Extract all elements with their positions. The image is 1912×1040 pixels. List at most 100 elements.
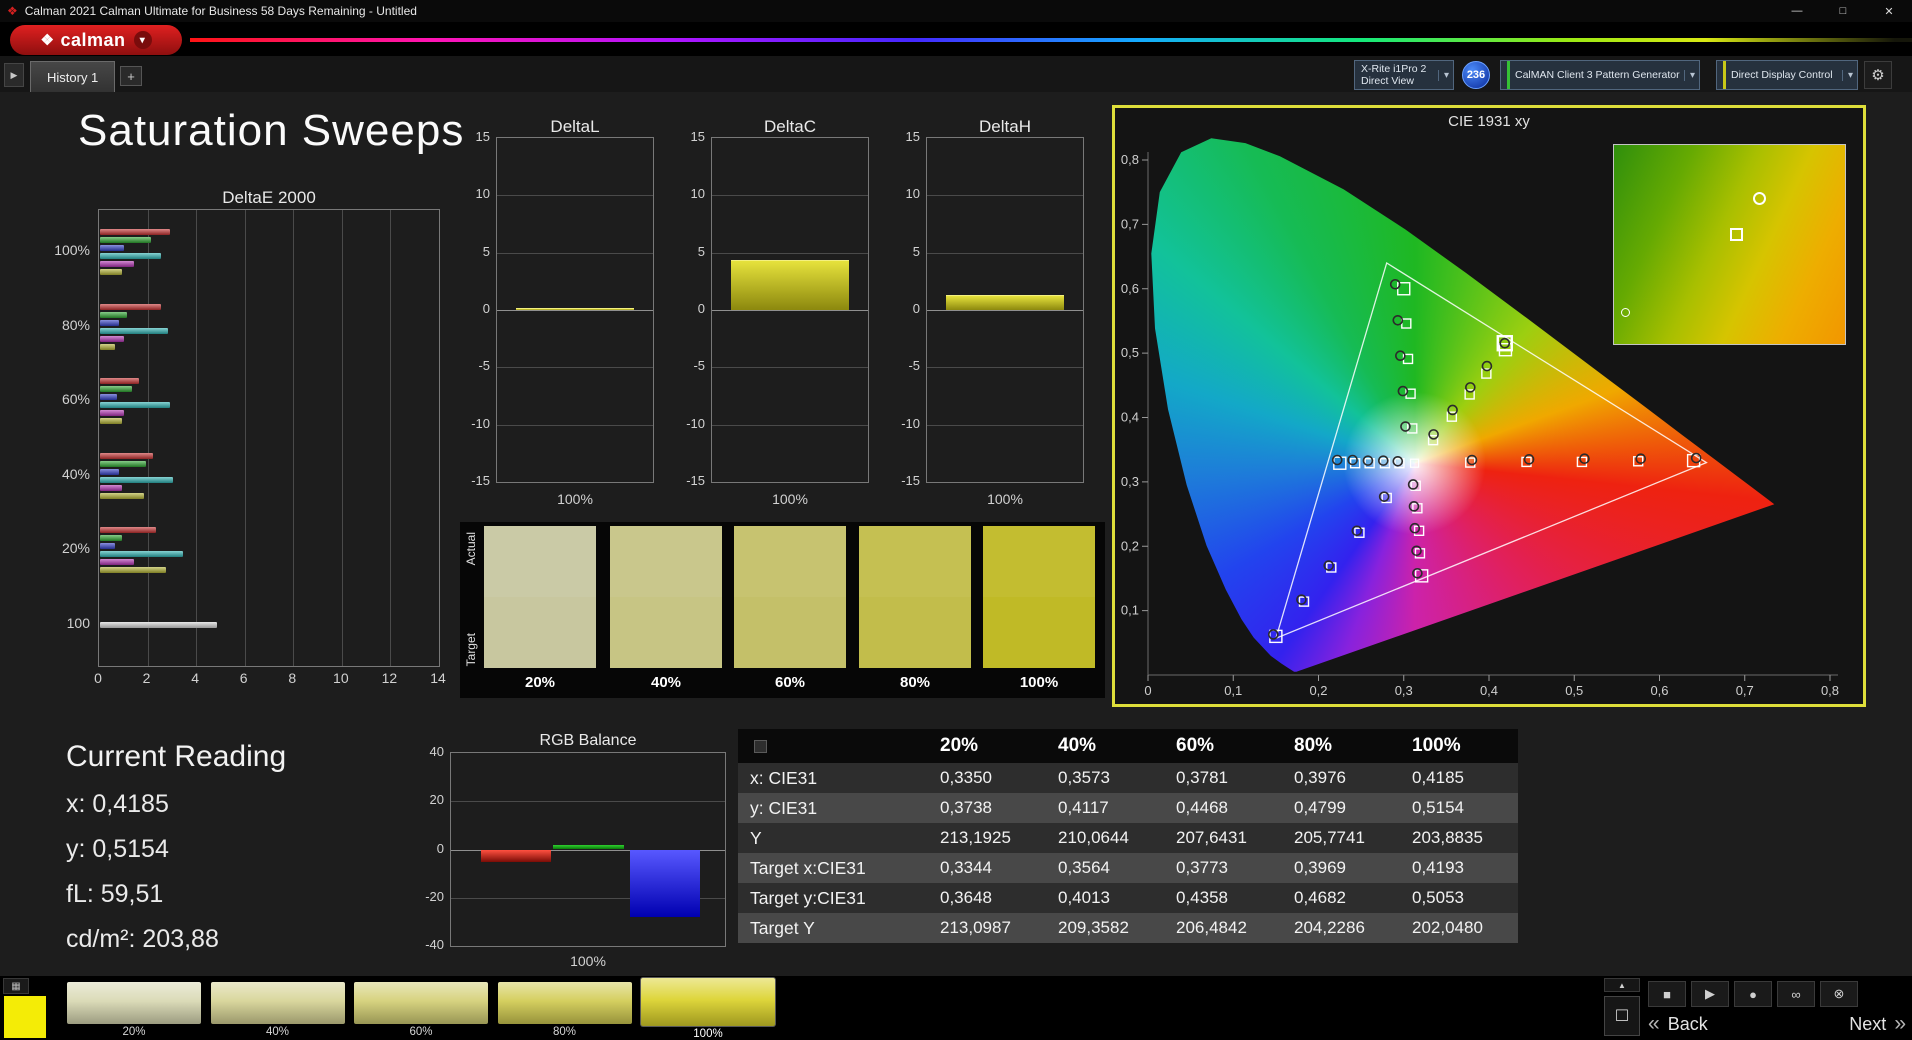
maximize-button[interactable]: □ bbox=[1820, 0, 1866, 22]
target-swatch bbox=[484, 597, 596, 668]
svg-text:0,2: 0,2 bbox=[1121, 538, 1139, 553]
deltae-bar bbox=[100, 402, 171, 409]
deltae-bar bbox=[100, 237, 151, 243]
pattern-swatch-100%[interactable]: 100% bbox=[641, 978, 775, 1040]
deltae-bar bbox=[100, 551, 183, 558]
svg-text:0,6: 0,6 bbox=[1121, 281, 1139, 296]
deltae-bar bbox=[100, 468, 120, 475]
meter-name: X-Rite i1Pro 2 bbox=[1361, 62, 1427, 75]
table-cell: 0,4358 bbox=[1164, 883, 1282, 913]
pattern-swatch-60%[interactable]: 60% bbox=[354, 980, 488, 1038]
axis-tick-label: 10 bbox=[905, 186, 920, 202]
deltae-bar bbox=[100, 378, 139, 385]
pattern-window-button[interactable]: □ bbox=[1604, 996, 1640, 1036]
axis-tick-label: -15 bbox=[471, 473, 490, 488]
deltae-bar bbox=[100, 622, 217, 628]
deltae-bar bbox=[100, 253, 161, 259]
back-chevrons-icon[interactable]: « bbox=[1648, 1012, 1660, 1036]
panel-up-button[interactable]: ▲ bbox=[1604, 978, 1640, 992]
close-button[interactable]: ✕ bbox=[1866, 0, 1912, 22]
next-chevrons-icon[interactable]: » bbox=[1894, 1012, 1906, 1036]
svg-text:0,5: 0,5 bbox=[1565, 683, 1583, 698]
pattern-swatch-face bbox=[67, 982, 201, 1024]
table-col-header: 20% bbox=[928, 729, 1046, 763]
actual-swatch bbox=[983, 526, 1095, 597]
actual-row-label: Actual bbox=[464, 532, 478, 566]
tab-history-1[interactable]: History 1 bbox=[30, 61, 116, 92]
patch-compare-column: 60% bbox=[734, 522, 846, 698]
display-control-dropdown[interactable]: Direct Display Control ▾ bbox=[1716, 60, 1858, 90]
patch-compare-column: 40% bbox=[610, 522, 722, 698]
table-row-label: Y bbox=[738, 823, 928, 853]
axis-tick-label: 20 bbox=[429, 792, 444, 808]
grid-line bbox=[390, 210, 392, 666]
logo-menu-chevron-icon[interactable]: ▾ bbox=[133, 31, 152, 49]
table-cell: 206,4842 bbox=[1164, 913, 1282, 943]
grid-line bbox=[927, 367, 1083, 369]
pattern-swatch-40%[interactable]: 40% bbox=[210, 980, 345, 1038]
deltae-bar bbox=[100, 245, 125, 251]
stop-button[interactable]: ■ bbox=[1648, 981, 1686, 1007]
grid-line bbox=[244, 210, 246, 666]
pattern-generator-dropdown[interactable]: CalMAN Client 3 Pattern Generator ▾ bbox=[1500, 60, 1700, 90]
rgb-bar-green bbox=[553, 844, 624, 850]
table-cell: 0,4117 bbox=[1046, 793, 1164, 823]
meter-label: X-Rite i1Pro 2 Direct View bbox=[1361, 63, 1426, 87]
meter-count-badge[interactable]: 236 bbox=[1462, 61, 1490, 89]
minimize-button[interactable]: — bbox=[1774, 0, 1820, 22]
pattern-swatch-face bbox=[641, 978, 775, 1026]
axis-tick-label: -15 bbox=[901, 473, 920, 488]
cie-chart-panel: CIE 1931 xy 0 0,1 0,1 0,2 0,2 0,3 0,3 0,4 0,4 0,5… bbox=[1112, 105, 1866, 707]
next-button[interactable]: Next bbox=[1849, 1014, 1886, 1035]
grid-icon: ▦ bbox=[11, 980, 21, 992]
svg-text:0,8: 0,8 bbox=[1121, 152, 1139, 167]
calman-logo-button[interactable]: ❖ calman ▾ bbox=[10, 25, 182, 55]
table-cell: 205,7741 bbox=[1282, 823, 1400, 853]
tab-bar: ▶ History 1 + X-Rite i1Pro 2 Direct View… bbox=[0, 56, 1912, 92]
axis-group-label: 80% bbox=[61, 316, 90, 333]
pattern-swatch-20%[interactable]: 20% bbox=[67, 980, 201, 1038]
record-button[interactable]: ● bbox=[1734, 981, 1772, 1007]
play-button[interactable]: ▶ bbox=[1691, 981, 1729, 1007]
chevron-down-icon: ▾ bbox=[1437, 69, 1449, 81]
target-swatch bbox=[610, 597, 722, 668]
pattern-swatch-face bbox=[354, 982, 488, 1024]
actual-swatch bbox=[734, 526, 846, 597]
actual-swatch bbox=[610, 526, 722, 597]
bottom-bar: ▦ 20% 40% 60% 80% 100% ▲ □ ■ ▶ ● ∞ ⊗ « Back Next… bbox=[0, 976, 1912, 1040]
grid-line bbox=[712, 195, 868, 197]
axis-tick-label: -10 bbox=[686, 415, 705, 431]
current-patch-preview bbox=[4, 996, 46, 1038]
grid-line bbox=[927, 252, 1083, 254]
panel-expander-button[interactable]: ▶ bbox=[4, 63, 24, 87]
disconnect-button[interactable]: ⊗ bbox=[1820, 981, 1858, 1007]
meter-dropdown[interactable]: X-Rite i1Pro 2 Direct View ▾ bbox=[1354, 60, 1454, 90]
pattern-swatch-face bbox=[210, 982, 345, 1024]
svg-text:0,5: 0,5 bbox=[1121, 345, 1139, 360]
grid-line bbox=[712, 310, 868, 311]
back-button[interactable]: Back bbox=[1668, 1014, 1708, 1035]
loop-button[interactable]: ∞ bbox=[1777, 981, 1815, 1007]
settings-gear-button[interactable]: ⚙ bbox=[1864, 61, 1892, 89]
patch-swatch bbox=[484, 526, 596, 668]
deltae-chart: DeltaE 2000 100% 80% 60% 40% 20% 100 0 2 4 6 8 10 1… bbox=[54, 188, 460, 700]
calman-logo-icon: ❖ bbox=[40, 32, 55, 49]
add-tab-button[interactable]: + bbox=[120, 66, 142, 86]
deltac-chart: DeltaC 15 10 5 0 -5 -10 -15 100% bbox=[685, 117, 875, 517]
pattern-swatch-80%[interactable]: 80% bbox=[497, 980, 632, 1038]
patch-compare-strip: Actual Target 20% 40% 60% 80% 100% bbox=[460, 522, 1105, 698]
axis-tick-label: 6 bbox=[239, 670, 248, 686]
pattern-grid-button[interactable]: ▦ bbox=[3, 978, 29, 994]
deltae-bar bbox=[100, 418, 122, 425]
grid-line bbox=[712, 367, 868, 369]
current-reading-panel: Current Reading x: 0,4185 y: 0,5154 fL: 59… bbox=[66, 740, 286, 970]
deltae-bar bbox=[100, 269, 122, 275]
table-cell: 0,3781 bbox=[1164, 763, 1282, 793]
axis-tick-label: 0 bbox=[436, 840, 444, 856]
grid-line bbox=[497, 310, 653, 311]
axis-tick-label: -5 bbox=[478, 358, 490, 374]
table-col-header: 60% bbox=[1164, 729, 1282, 763]
table-corner-icon bbox=[754, 739, 767, 753]
deltal-plot bbox=[496, 137, 654, 483]
gear-icon: ⚙ bbox=[1871, 67, 1885, 84]
